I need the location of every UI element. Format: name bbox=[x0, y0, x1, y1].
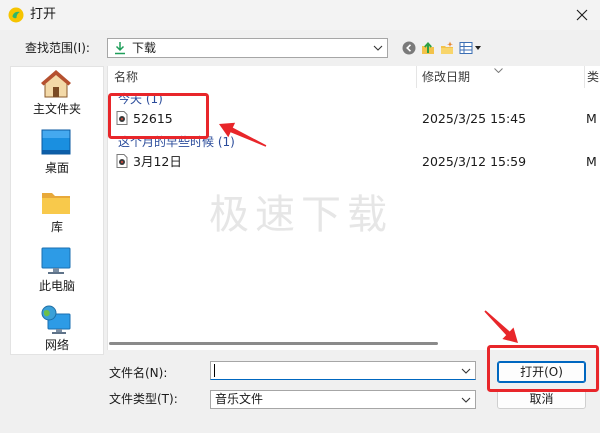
file-type: M bbox=[586, 154, 597, 169]
place-label: 主文件夹 bbox=[32, 102, 81, 116]
watermark: 极速下载 bbox=[209, 192, 393, 238]
place-network[interactable]: 网络 bbox=[11, 303, 103, 355]
file-row[interactable]: 3月12日 2025/3/12 15:59 M bbox=[108, 151, 600, 172]
window-title: 打开 bbox=[30, 7, 57, 22]
desktop-icon bbox=[41, 129, 71, 155]
file-date: 2025/3/25 15:45 bbox=[422, 111, 527, 126]
close-icon bbox=[576, 9, 588, 21]
network-icon bbox=[41, 305, 71, 334]
app-icon bbox=[8, 7, 24, 23]
place-label: 桌面 bbox=[44, 161, 69, 175]
filename-label: 文件名(N): bbox=[109, 366, 168, 380]
this-pc-icon bbox=[41, 247, 71, 274]
place-label: 库 bbox=[50, 220, 63, 234]
look-in-label: 查找范围(I): bbox=[25, 41, 90, 55]
column-header-type[interactable]: 类 bbox=[587, 66, 599, 88]
look-in-value: 下载 bbox=[132, 41, 157, 55]
place-label: 网络 bbox=[44, 338, 69, 352]
chevron-down-icon[interactable] bbox=[461, 368, 471, 374]
file-row[interactable]: 52615 2025/3/25 15:45 M bbox=[108, 108, 600, 129]
place-this-pc[interactable]: 此电脑 bbox=[11, 244, 103, 296]
title-bar: 打开 bbox=[0, 0, 600, 30]
file-date: 2025/3/12 15:59 bbox=[422, 154, 527, 169]
filetype-select[interactable]: 音乐文件 bbox=[210, 390, 476, 409]
file-list[interactable]: 名称 修改日期 类 今天 (1) 52615 2025/3/25 15:45 M… bbox=[107, 66, 600, 350]
chevron-down-icon[interactable] bbox=[461, 397, 471, 403]
filetype-label: 文件类型(T): bbox=[109, 392, 178, 406]
column-divider[interactable] bbox=[416, 66, 417, 88]
file-name: 3月12日 bbox=[133, 154, 182, 169]
open-button[interactable]: 打开(O) bbox=[497, 361, 586, 383]
place-library[interactable]: 库 bbox=[11, 185, 103, 237]
horizontal-scrollbar[interactable] bbox=[109, 342, 438, 345]
file-name: 52615 bbox=[133, 111, 173, 126]
filename-combo[interactable] bbox=[210, 361, 476, 380]
close-button[interactable] bbox=[564, 0, 600, 30]
new-folder-icon[interactable] bbox=[440, 41, 454, 55]
place-home[interactable]: 主文件夹 bbox=[11, 67, 103, 119]
view-menu-icon[interactable] bbox=[459, 41, 483, 55]
audio-file-icon bbox=[116, 154, 128, 168]
filename-input[interactable] bbox=[214, 363, 454, 378]
filetype-value: 音乐文件 bbox=[215, 392, 264, 406]
group-header-earlier-this-month[interactable]: 这个月的早些时候 (1) bbox=[118, 135, 235, 149]
column-header-name[interactable]: 名称 bbox=[114, 66, 138, 88]
up-folder-icon[interactable] bbox=[421, 41, 435, 55]
audio-file-icon bbox=[116, 111, 128, 125]
column-header-date[interactable]: 修改日期 bbox=[422, 66, 470, 88]
back-icon[interactable] bbox=[402, 41, 416, 55]
home-icon bbox=[41, 70, 71, 98]
file-type: M bbox=[586, 111, 597, 126]
sort-descending-icon bbox=[494, 68, 503, 73]
look-in-combo[interactable]: 下载 bbox=[107, 38, 388, 58]
text-caret bbox=[214, 364, 215, 377]
place-desktop[interactable]: 桌面 bbox=[11, 126, 103, 178]
library-icon bbox=[42, 193, 70, 214]
chevron-down-icon[interactable] bbox=[373, 45, 383, 51]
download-icon bbox=[115, 42, 125, 55]
places-bar: 主文件夹 桌面 库 此电脑 网络 bbox=[10, 66, 104, 355]
column-divider[interactable] bbox=[584, 66, 585, 88]
group-header-today[interactable]: 今天 (1) bbox=[118, 92, 163, 106]
cancel-button[interactable]: 取消 bbox=[497, 389, 586, 409]
toolbar bbox=[402, 40, 483, 56]
place-label: 此电脑 bbox=[38, 279, 75, 293]
